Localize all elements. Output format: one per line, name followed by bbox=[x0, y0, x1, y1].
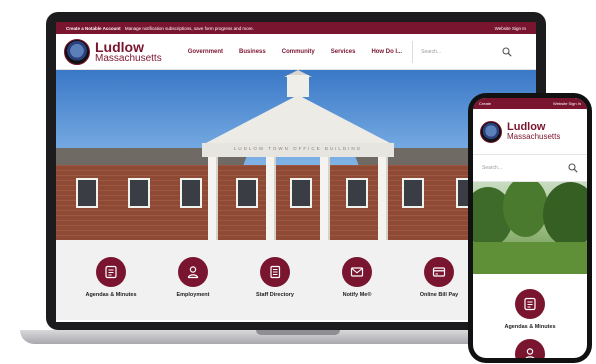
mobile-quick-link-label: Agendas & Minutes bbox=[504, 324, 556, 330]
quick-link-label: Online Bill Pay bbox=[419, 292, 459, 298]
mobile-brand-logo[interactable]: Ludlow Massachusetts bbox=[507, 122, 560, 141]
window bbox=[402, 178, 424, 208]
mobile-sign-in-link[interactable]: Website Sign In bbox=[553, 101, 581, 106]
quick-link-label: Agendas & Minutes bbox=[85, 292, 137, 298]
brand-name: Ludlow bbox=[95, 38, 144, 55]
mobile-utility-bar: Create Website Sign In bbox=[473, 98, 587, 109]
nav-business[interactable]: Business bbox=[239, 49, 266, 55]
website-sign-in-link[interactable]: Website Sign In bbox=[495, 26, 526, 31]
column bbox=[208, 157, 218, 240]
lawn bbox=[473, 242, 587, 274]
brand-sub: Massachusetts bbox=[95, 52, 162, 64]
tree bbox=[503, 182, 548, 237]
create-account-desc: Manage notification subscriptions, save … bbox=[124, 25, 254, 31]
quick-link-employment[interactable]: Employment bbox=[158, 257, 228, 298]
tree bbox=[543, 182, 587, 247]
laptop-notch bbox=[256, 330, 340, 335]
person-icon bbox=[525, 348, 535, 358]
window bbox=[236, 178, 258, 208]
mobile-hero-image bbox=[473, 182, 587, 274]
window bbox=[346, 178, 368, 208]
main-nav: Government Business Community Services H… bbox=[188, 49, 402, 55]
nav-community[interactable]: Community bbox=[282, 49, 315, 55]
mobile-town-seal-logo[interactable] bbox=[480, 120, 502, 143]
agenda-icon bbox=[524, 297, 536, 311]
mobile-search-input[interactable]: Search... bbox=[482, 165, 568, 171]
create-account-link[interactable]: Create a Notable Account bbox=[66, 26, 121, 31]
quick-link-label: Staff Directory bbox=[256, 292, 294, 298]
mobile-header: Ludlow Massachusetts bbox=[473, 109, 587, 154]
laptop-screen: Create a Notable Account Manage notifica… bbox=[56, 22, 536, 322]
quick-link-label: Notify Me® bbox=[342, 292, 372, 298]
quick-links: Agendas & Minutes Employment Staff Direc… bbox=[56, 240, 536, 320]
nav-how-do-i[interactable]: How Do I... bbox=[371, 49, 402, 55]
window bbox=[290, 178, 312, 208]
cupola bbox=[287, 75, 309, 97]
window bbox=[128, 178, 150, 208]
column bbox=[320, 157, 330, 240]
column bbox=[378, 157, 388, 240]
site-header: Ludlow Massachusetts Government Business… bbox=[56, 34, 536, 70]
mobile-quick-link-agendas[interactable] bbox=[515, 289, 545, 319]
brand-logo[interactable]: Ludlow Massachusetts bbox=[95, 40, 162, 64]
nav-government[interactable]: Government bbox=[188, 49, 223, 55]
utility-bar: Create a Notable Account Manage notifica… bbox=[56, 22, 536, 34]
person-icon bbox=[187, 266, 199, 279]
column bbox=[266, 157, 276, 240]
search-box[interactable]: Search... bbox=[412, 40, 512, 63]
mobile-search-box[interactable]: Search... bbox=[473, 154, 587, 182]
pediment bbox=[206, 95, 390, 143]
search-icon[interactable] bbox=[502, 46, 512, 57]
quick-link-staff-directory[interactable]: Staff Directory bbox=[240, 257, 310, 298]
window bbox=[76, 178, 98, 208]
quick-link-agendas[interactable]: Agendas & Minutes bbox=[76, 257, 146, 298]
quick-link-notify-me[interactable]: Notify Me® bbox=[322, 257, 392, 298]
quick-link-online-bill-pay[interactable]: Online Bill Pay bbox=[404, 257, 474, 298]
mobile-quick-link-employment[interactable] bbox=[515, 339, 545, 358]
mobile-brand-sub: Massachusetts bbox=[507, 132, 561, 141]
phone-screen: Create Website Sign In Ludlow Massachuse… bbox=[473, 98, 587, 358]
directory-icon bbox=[270, 265, 281, 279]
quick-link-label: Employment bbox=[176, 292, 210, 298]
window bbox=[180, 178, 202, 208]
search-icon[interactable] bbox=[568, 163, 578, 173]
mobile-create-account-link[interactable]: Create bbox=[479, 101, 491, 106]
mobile-quick-links: Agendas & Minutes bbox=[473, 274, 587, 358]
agenda-icon bbox=[105, 265, 117, 279]
nav-services[interactable]: Services bbox=[331, 49, 356, 55]
town-seal-logo[interactable] bbox=[64, 38, 90, 65]
mail-icon bbox=[350, 267, 364, 277]
building-inscription: LUDLOW TOWN OFFICE BUILDING bbox=[233, 146, 363, 151]
hero-image: LUDLOW TOWN OFFICE BUILDING bbox=[56, 70, 536, 240]
credit-card-icon bbox=[432, 267, 446, 277]
search-input[interactable]: Search... bbox=[421, 49, 502, 55]
